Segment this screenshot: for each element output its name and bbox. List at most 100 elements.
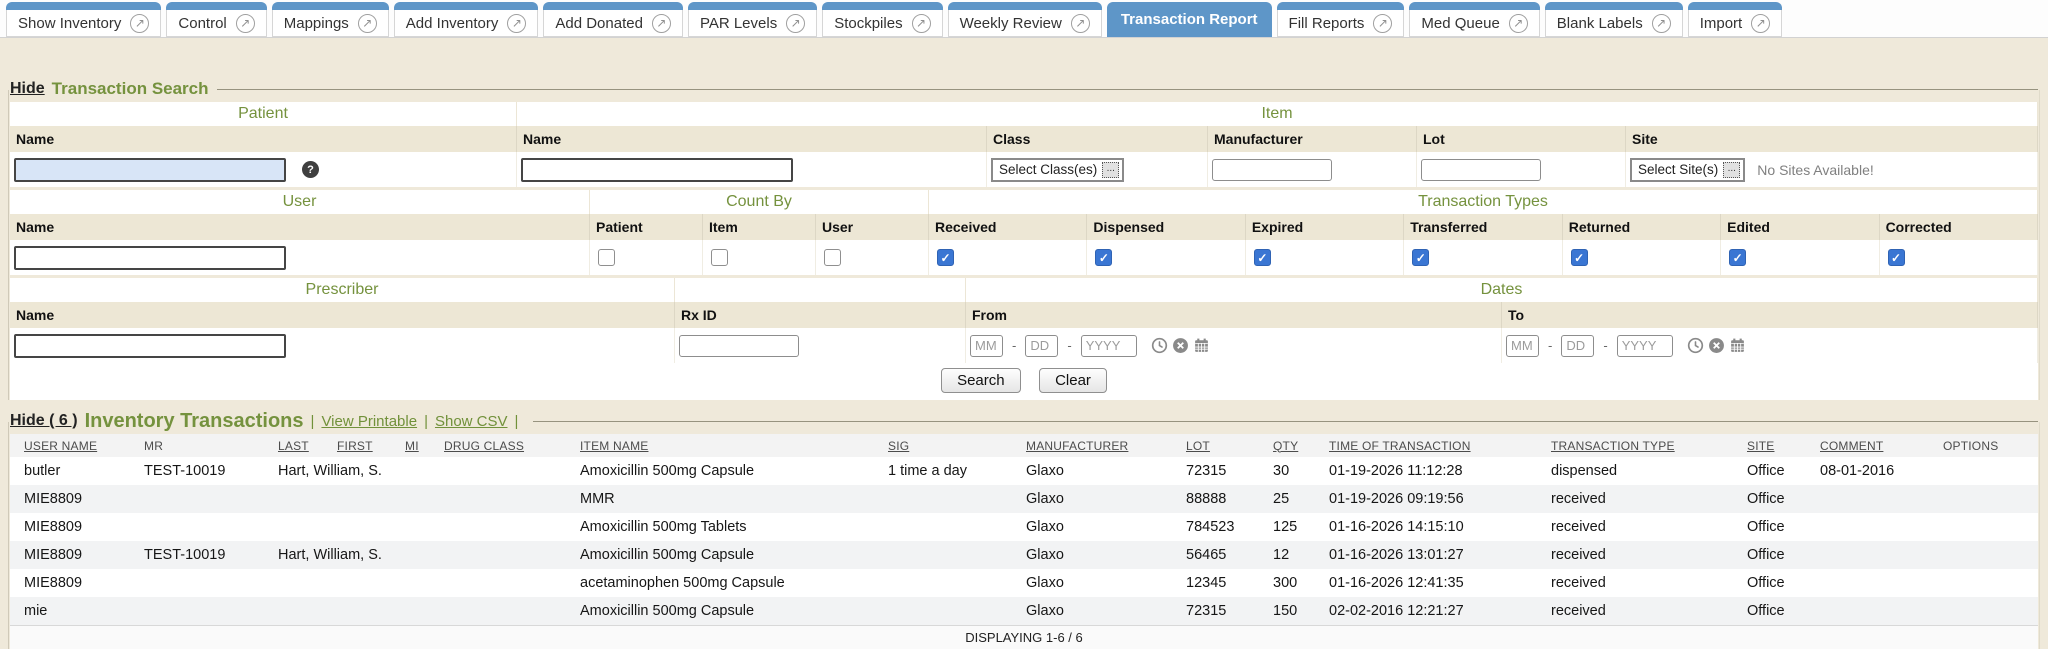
table-cell: [1806, 541, 1929, 569]
table-cell: received: [1537, 513, 1733, 541]
column-header-site[interactable]: SITE: [1733, 434, 1806, 457]
external-link-icon[interactable]: ↗: [1751, 14, 1770, 33]
help-icon[interactable]: ?: [302, 161, 319, 178]
table-cell: [430, 541, 566, 569]
tab-stockpiles[interactable]: Stockpiles ↗: [822, 2, 942, 37]
tab-mappings[interactable]: Mappings↗: [272, 2, 389, 37]
checkbox-corrected[interactable]: ✓: [1888, 249, 1905, 266]
calendar-icon[interactable]: [1193, 337, 1210, 354]
column-header-qty[interactable]: QTY: [1259, 434, 1315, 457]
table-cell: acetaminophen 500mg Capsule: [566, 569, 874, 597]
item-name-input[interactable]: [521, 158, 793, 182]
external-link-icon[interactable]: ↗: [130, 14, 149, 33]
table-cell: Hart, William, S.: [264, 457, 323, 485]
no-sites-message: No Sites Available!: [1757, 162, 1873, 178]
tab-show-inventory[interactable]: Show Inventory↗: [6, 2, 161, 37]
external-link-icon[interactable]: ↗: [358, 14, 377, 33]
to-year-input[interactable]: [1617, 335, 1673, 357]
external-link-icon[interactable]: ↗: [1373, 14, 1392, 33]
patient-name-input[interactable]: [14, 158, 286, 182]
clock-icon[interactable]: [1151, 337, 1168, 354]
external-link-icon[interactable]: ↗: [507, 14, 526, 33]
external-link-icon[interactable]: ↗: [1652, 14, 1671, 33]
ellipsis-button[interactable]: ...: [1102, 162, 1119, 178]
column-header-time-of-transaction[interactable]: TIME OF TRANSACTION: [1315, 434, 1537, 457]
checkbox-edited[interactable]: ✓: [1729, 249, 1746, 266]
table-cell: 25: [1259, 485, 1315, 513]
external-link-icon[interactable]: ↗: [1509, 14, 1528, 33]
search-button[interactable]: Search: [941, 368, 1021, 393]
column-header-item-name[interactable]: ITEM NAME: [566, 434, 874, 457]
checkbox-dispensed[interactable]: ✓: [1095, 249, 1112, 266]
prescriber-name-input[interactable]: [14, 334, 286, 358]
from-day-input[interactable]: [1025, 335, 1058, 357]
to-day-input[interactable]: [1561, 335, 1594, 357]
external-link-icon[interactable]: ↗: [786, 14, 805, 33]
checkbox-item[interactable]: [711, 249, 728, 266]
hide-search-link[interactable]: Hide: [10, 80, 45, 98]
select-classes-button[interactable]: Select Class(es) ...: [991, 158, 1124, 182]
column-header-first[interactable]: FIRST: [323, 434, 391, 457]
tab-weekly-review[interactable]: Weekly Review ↗: [948, 2, 1102, 37]
column-header-lot[interactable]: LOT: [1172, 434, 1259, 457]
table-cell: MMR: [566, 485, 874, 513]
tab-label: Stockpiles: [834, 15, 902, 32]
checkbox-transferred[interactable]: ✓: [1412, 249, 1429, 266]
lot-input[interactable]: [1421, 159, 1541, 181]
user-name-input[interactable]: [14, 246, 286, 270]
table-cell: [1806, 569, 1929, 597]
table-cell: Glaxo: [1012, 541, 1172, 569]
manufacturer-input[interactable]: [1212, 159, 1332, 181]
checkbox-returned[interactable]: ✓: [1571, 249, 1588, 266]
column-header-drug-class[interactable]: DRUG CLASS: [430, 434, 566, 457]
table-header-row: USER NAME MR LASTFIRSTMIDRUG CLASSITEM NAM…: [10, 434, 2038, 457]
external-link-icon[interactable]: ↗: [912, 14, 931, 33]
tab-med-queue[interactable]: Med Queue↗: [1409, 2, 1539, 37]
tab-add-donated[interactable]: Add Donated↗: [543, 2, 683, 37]
tab-blank-labels[interactable]: Blank Labels↗: [1545, 2, 1683, 37]
clear-button[interactable]: Clear: [1039, 368, 1107, 393]
column-header-transaction-type[interactable]: TRANSACTION TYPE: [1537, 434, 1733, 457]
tab-add-inventory[interactable]: Add Inventory↗: [394, 2, 539, 37]
tab-control[interactable]: Control↗: [166, 2, 266, 37]
hide-results-link[interactable]: Hide ( 6 ): [10, 412, 78, 430]
checkbox-cell-item: [703, 240, 816, 275]
search-buttons-row: Search Clear: [10, 363, 2038, 400]
date-separator: -: [1603, 338, 1607, 353]
ellipsis-button[interactable]: ...: [1723, 162, 1740, 178]
clock-icon[interactable]: [1687, 337, 1704, 354]
tab-label: Weekly Review: [960, 15, 1062, 32]
section-header-dates: Dates: [966, 278, 2038, 302]
checkbox-cell-user: [816, 240, 929, 275]
to-month-input[interactable]: [1506, 335, 1539, 357]
column-header-label: MR: [144, 439, 163, 453]
tab-fill-reports[interactable]: Fill Reports↗: [1277, 2, 1405, 37]
table-cell: [391, 597, 430, 625]
tab-import[interactable]: Import↗: [1688, 2, 1783, 37]
from-month-input[interactable]: [970, 335, 1003, 357]
clear-date-icon[interactable]: [1708, 337, 1725, 354]
view-printable-link[interactable]: View Printable: [321, 413, 417, 430]
rx-id-input[interactable]: [679, 335, 799, 357]
checkbox-received[interactable]: ✓: [937, 249, 954, 266]
checkbox-expired[interactable]: ✓: [1254, 249, 1271, 266]
column-header-mi[interactable]: MI: [391, 434, 430, 457]
external-link-icon[interactable]: ↗: [1071, 14, 1090, 33]
checkbox-patient[interactable]: [598, 249, 615, 266]
show-csv-link[interactable]: Show CSV: [435, 413, 508, 430]
calendar-icon[interactable]: [1729, 337, 1746, 354]
clear-date-icon[interactable]: [1172, 337, 1189, 354]
column-header-last[interactable]: LAST: [264, 434, 323, 457]
from-year-input[interactable]: [1081, 335, 1137, 357]
column-header-user-name[interactable]: USER NAME: [10, 434, 130, 457]
checkbox-user[interactable]: [824, 249, 841, 266]
column-header-comment[interactable]: COMMENT: [1806, 434, 1929, 457]
tab-transaction-report[interactable]: Transaction Report: [1107, 2, 1272, 37]
external-link-icon[interactable]: ↗: [236, 14, 255, 33]
tab-par-levels[interactable]: PAR Levels↗: [688, 2, 817, 37]
table-row: mieAmoxicillin 500mg CapsuleGlaxo7231515…: [10, 597, 2038, 625]
column-header-sig[interactable]: SIG: [874, 434, 1012, 457]
column-header-manufacturer[interactable]: MANUFACTURER: [1012, 434, 1172, 457]
select-sites-button[interactable]: Select Site(s) ...: [1630, 158, 1745, 182]
external-link-icon[interactable]: ↗: [652, 14, 671, 33]
